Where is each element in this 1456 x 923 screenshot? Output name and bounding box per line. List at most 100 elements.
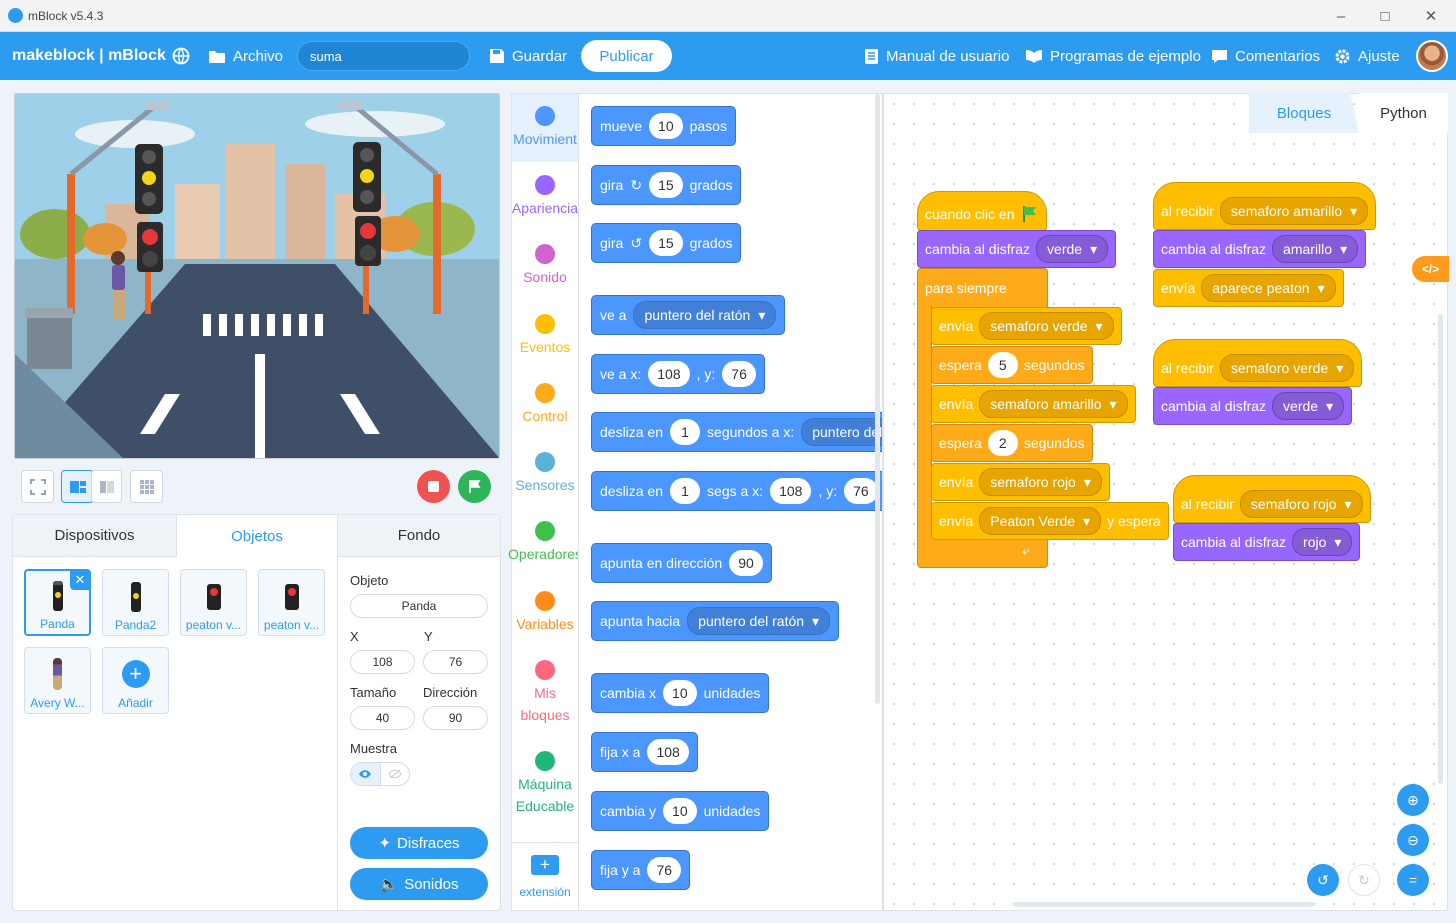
change-x-block[interactable]: cambia x 10 unidades	[591, 673, 770, 713]
change-y-input[interactable]: 10	[663, 798, 697, 824]
category-item[interactable]: Eventos	[512, 314, 578, 358]
category-item[interactable]: Variables	[512, 591, 578, 635]
category-item[interactable]: Apariencia	[512, 175, 578, 219]
maximize-icon[interactable]: □	[1362, 0, 1408, 32]
tab-sprites[interactable]: Objetos	[176, 515, 338, 557]
move-steps-block[interactable]: mueve 10 pasos	[591, 106, 736, 146]
costume-dropdown[interactable]: verde ▾	[1036, 235, 1109, 263]
broadcast-block[interactable]: envía semaforo amarillo ▾	[931, 385, 1136, 423]
go-to-xy-block[interactable]: ve a x: 108, y: 76	[591, 354, 765, 394]
redo-button[interactable]: ↻	[1348, 864, 1380, 896]
large-stage-layout-button[interactable]	[91, 470, 122, 503]
sprite-tile[interactable]: peaton v...	[180, 569, 247, 636]
hide-eye-icon[interactable]	[379, 763, 410, 785]
message-dropdown[interactable]: Peaton Verde ▾	[979, 507, 1102, 535]
tab-backdrop[interactable]: Fondo	[338, 515, 500, 557]
direction-input[interactable]: 90	[423, 706, 488, 730]
object-name-input[interactable]: Panda	[350, 594, 488, 618]
message-dropdown[interactable]: semaforo rojo ▾	[1239, 490, 1363, 518]
category-item[interactable]: Sensores	[512, 452, 578, 496]
sprite-tile[interactable]: Avery W...	[24, 647, 91, 714]
y-input[interactable]: 76	[722, 361, 756, 387]
category-item[interactable]: Control	[512, 383, 578, 427]
go-to-block[interactable]: ve a puntero del ratón ▾	[591, 295, 786, 335]
size-input[interactable]: 40	[350, 706, 415, 730]
script-workspace[interactable]: cuando clic en cambia al disfraz verde ▾ p…	[883, 93, 1449, 911]
degrees-input[interactable]: 15	[649, 230, 683, 256]
sounds-button[interactable]: 🔈 Sonidos	[350, 868, 488, 900]
costume-dropdown[interactable]: amarillo ▾	[1272, 235, 1359, 263]
category-item[interactable]: Mis bloques	[512, 660, 578, 726]
when-receive-block[interactable]: al recibir semaforo verde ▾	[1153, 339, 1363, 387]
switch-costume-block[interactable]: cambia al disfraz amarillo ▾	[1153, 230, 1367, 268]
x-input[interactable]: 108	[648, 361, 690, 387]
example-programs-link[interactable]: Programas de ejemplo	[1025, 32, 1201, 80]
save-button[interactable]: Guardar	[489, 32, 567, 80]
tab-devices[interactable]: Dispositivos	[13, 515, 176, 557]
target-dropdown[interactable]: puntero del ratón ▾	[687, 607, 831, 635]
glide-to-block[interactable]: desliza en 1 segundos a x: puntero del	[591, 412, 882, 452]
set-x-block[interactable]: fija x a 108	[591, 732, 698, 772]
switch-costume-block[interactable]: cambia al disfraz verde ▾	[1153, 387, 1353, 425]
sprite-tile[interactable]: peaton v...	[258, 569, 325, 636]
set-y-input[interactable]: 76	[647, 857, 682, 883]
direction-input[interactable]: 90	[729, 550, 763, 576]
turn-left-block[interactable]: gira ↺ 15 grados	[591, 223, 742, 263]
set-y-block[interactable]: fija y a 76	[591, 850, 691, 890]
when-receive-block[interactable]: al recibir semaforo rojo ▾	[1173, 475, 1371, 523]
palette-scrollbar[interactable]	[875, 94, 880, 704]
user-avatar[interactable]	[1416, 40, 1448, 72]
broadcast-block[interactable]: envía semaforo rojo ▾	[931, 463, 1110, 501]
seconds-input[interactable]: 1	[670, 419, 701, 445]
x-input[interactable]: 108	[770, 478, 812, 504]
target-dropdown[interactable]: puntero del	[801, 418, 882, 446]
message-dropdown[interactable]: semaforo verde ▾	[979, 312, 1114, 340]
project-name-input[interactable]	[297, 41, 470, 71]
point-in-direction-block[interactable]: apunta en dirección 90	[591, 543, 772, 583]
publish-button[interactable]: Publicar	[581, 40, 672, 72]
point-towards-block[interactable]: apunta hacia puntero del ratón ▾	[591, 601, 840, 641]
sprite-tile[interactable]: Panda2	[102, 569, 169, 636]
wait-block[interactable]: espera 2 segundos	[931, 424, 1093, 462]
steps-input[interactable]: 10	[649, 113, 683, 139]
message-dropdown[interactable]: semaforo amarillo ▾	[1219, 197, 1369, 225]
message-dropdown[interactable]: aparece peaton ▾	[1201, 274, 1336, 302]
message-dropdown[interactable]: semaforo rojo ▾	[979, 468, 1102, 496]
undo-button[interactable]: ↺	[1307, 864, 1339, 896]
zoom-in-button[interactable]: ⊕	[1397, 784, 1429, 816]
code-view-toggle-icon[interactable]: </>	[1412, 256, 1449, 282]
language-globe-icon[interactable]	[172, 32, 190, 80]
file-menu[interactable]: Archivo	[208, 32, 283, 80]
category-item[interactable]: Operadores	[508, 521, 582, 565]
small-stage-layout-button[interactable]	[61, 470, 94, 503]
y-input[interactable]: 76	[844, 478, 878, 504]
wait-seconds-input[interactable]: 5	[987, 352, 1018, 378]
broadcast-and-wait-block[interactable]: envía Peaton Verde ▾ y espera	[931, 502, 1169, 540]
switch-costume-block[interactable]: cambia al disfraz rojo ▾	[1173, 523, 1361, 561]
wait-seconds-input[interactable]: 2	[987, 430, 1018, 456]
fullscreen-button[interactable]	[21, 470, 54, 503]
change-y-block[interactable]: cambia y 10 unidades	[591, 791, 770, 831]
user-manual-link[interactable]: Manual de usuario	[864, 32, 1009, 80]
message-dropdown[interactable]: semaforo amarillo ▾	[979, 390, 1128, 418]
category-item[interactable]: Máquina Educable	[512, 751, 578, 817]
costume-dropdown[interactable]: rojo ▾	[1292, 528, 1353, 556]
minimize-icon[interactable]: –	[1318, 0, 1364, 32]
when-flag-clicked-block[interactable]: cuando clic en	[917, 191, 1047, 231]
target-dropdown[interactable]: puntero del ratón ▾	[633, 301, 777, 329]
y-input[interactable]: 76	[423, 650, 488, 674]
stage-canvas[interactable]	[14, 93, 500, 459]
change-x-input[interactable]: 10	[663, 680, 697, 706]
tab-python[interactable]: Python	[1359, 93, 1448, 133]
tab-blocks[interactable]: Bloques	[1249, 93, 1359, 133]
extension-button[interactable]: + extensión	[512, 842, 578, 912]
switch-costume-block[interactable]: cambia al disfraz verde ▾	[917, 230, 1117, 268]
stop-button[interactable]	[417, 470, 450, 503]
costumes-button[interactable]: ✦ Disfraces	[350, 827, 488, 859]
close-window-icon[interactable]: ✕	[1408, 0, 1454, 32]
zoom-out-button[interactable]: ⊖	[1397, 824, 1429, 856]
workspace-vertical-scrollbar[interactable]	[1438, 314, 1443, 784]
broadcast-block[interactable]: envía aparece peaton ▾	[1153, 269, 1344, 307]
message-dropdown[interactable]: semaforo verde ▾	[1219, 354, 1355, 382]
x-input[interactable]: 108	[350, 650, 415, 674]
